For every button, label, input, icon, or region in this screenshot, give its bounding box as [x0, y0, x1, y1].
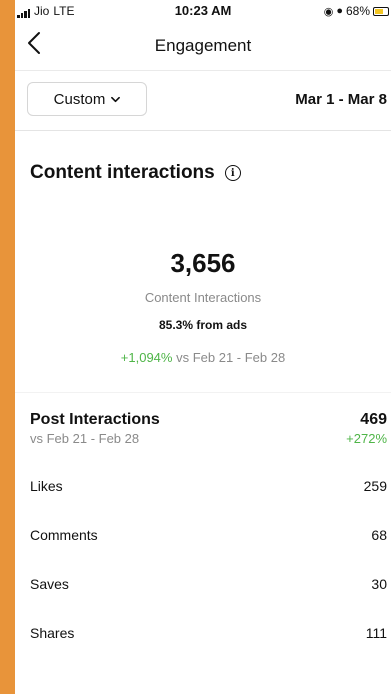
metric-value: 111 — [365, 625, 387, 641]
chevron-down-icon — [111, 96, 121, 102]
battery-percent: 68% — [345, 4, 370, 18]
comparison-period: vs Feb 21 - Feb 28 — [176, 350, 286, 365]
status-right: ◉ ● 68% — [324, 4, 389, 18]
metric-row-saves: Saves 30 — [30, 576, 387, 596]
date-filter-dropdown[interactable]: Custom — [27, 82, 147, 116]
metric-label: Saves — [30, 576, 69, 592]
total-interactions: 3,656 — [170, 248, 236, 278]
from-ads: 85.3% from ads — [158, 318, 248, 332]
metric-row-shares: Shares 111 — [30, 625, 387, 645]
dropdown-label: Custom — [53, 90, 106, 108]
total-label: Content Interactions — [144, 290, 262, 305]
nav-bar: Engagement — [15, 22, 391, 71]
section-title: Content interactions — [30, 162, 215, 183]
metric-row-likes: Likes 259 — [30, 478, 387, 498]
post-interactions-title: Post Interactions — [30, 411, 160, 428]
change-percent: +1,094% — [120, 350, 173, 365]
filter-row: Custom Mar 1 - Mar 8 — [15, 70, 391, 131]
content-interactions-header: Content interactions i — [30, 162, 241, 184]
info-icon[interactable]: i — [224, 165, 241, 181]
date-range: Mar 1 - Mar 8 — [295, 91, 387, 108]
metric-row-comments: Comments 68 — [30, 527, 387, 547]
post-interactions-change: +272% — [346, 431, 387, 446]
metric-label: Shares — [30, 625, 75, 641]
page-title: Engagement — [154, 36, 252, 55]
engagement-screen: Jio LTE 10:23 AM ◉ ● 68% Engagement Cust… — [15, 0, 391, 694]
metric-value: 30 — [371, 576, 387, 592]
post-interactions-total: 469 — [360, 411, 387, 428]
post-interactions-comparison: vs Feb 21 - Feb 28 — [30, 431, 140, 446]
metric-label: Likes — [30, 478, 63, 494]
battery-icon — [373, 6, 389, 16]
rotation-lock-icon: ◉ — [323, 5, 334, 18]
status-bar: Jio LTE 10:23 AM ◉ ● 68% — [15, 0, 391, 22]
divider — [15, 392, 391, 393]
alarm-icon: ● — [336, 5, 343, 17]
metric-label: Comments — [30, 527, 98, 543]
comparison-line: +1,094% vs Feb 21 - Feb 28 — [15, 350, 391, 365]
metric-value: 68 — [371, 527, 387, 543]
metric-value: 259 — [363, 478, 387, 494]
